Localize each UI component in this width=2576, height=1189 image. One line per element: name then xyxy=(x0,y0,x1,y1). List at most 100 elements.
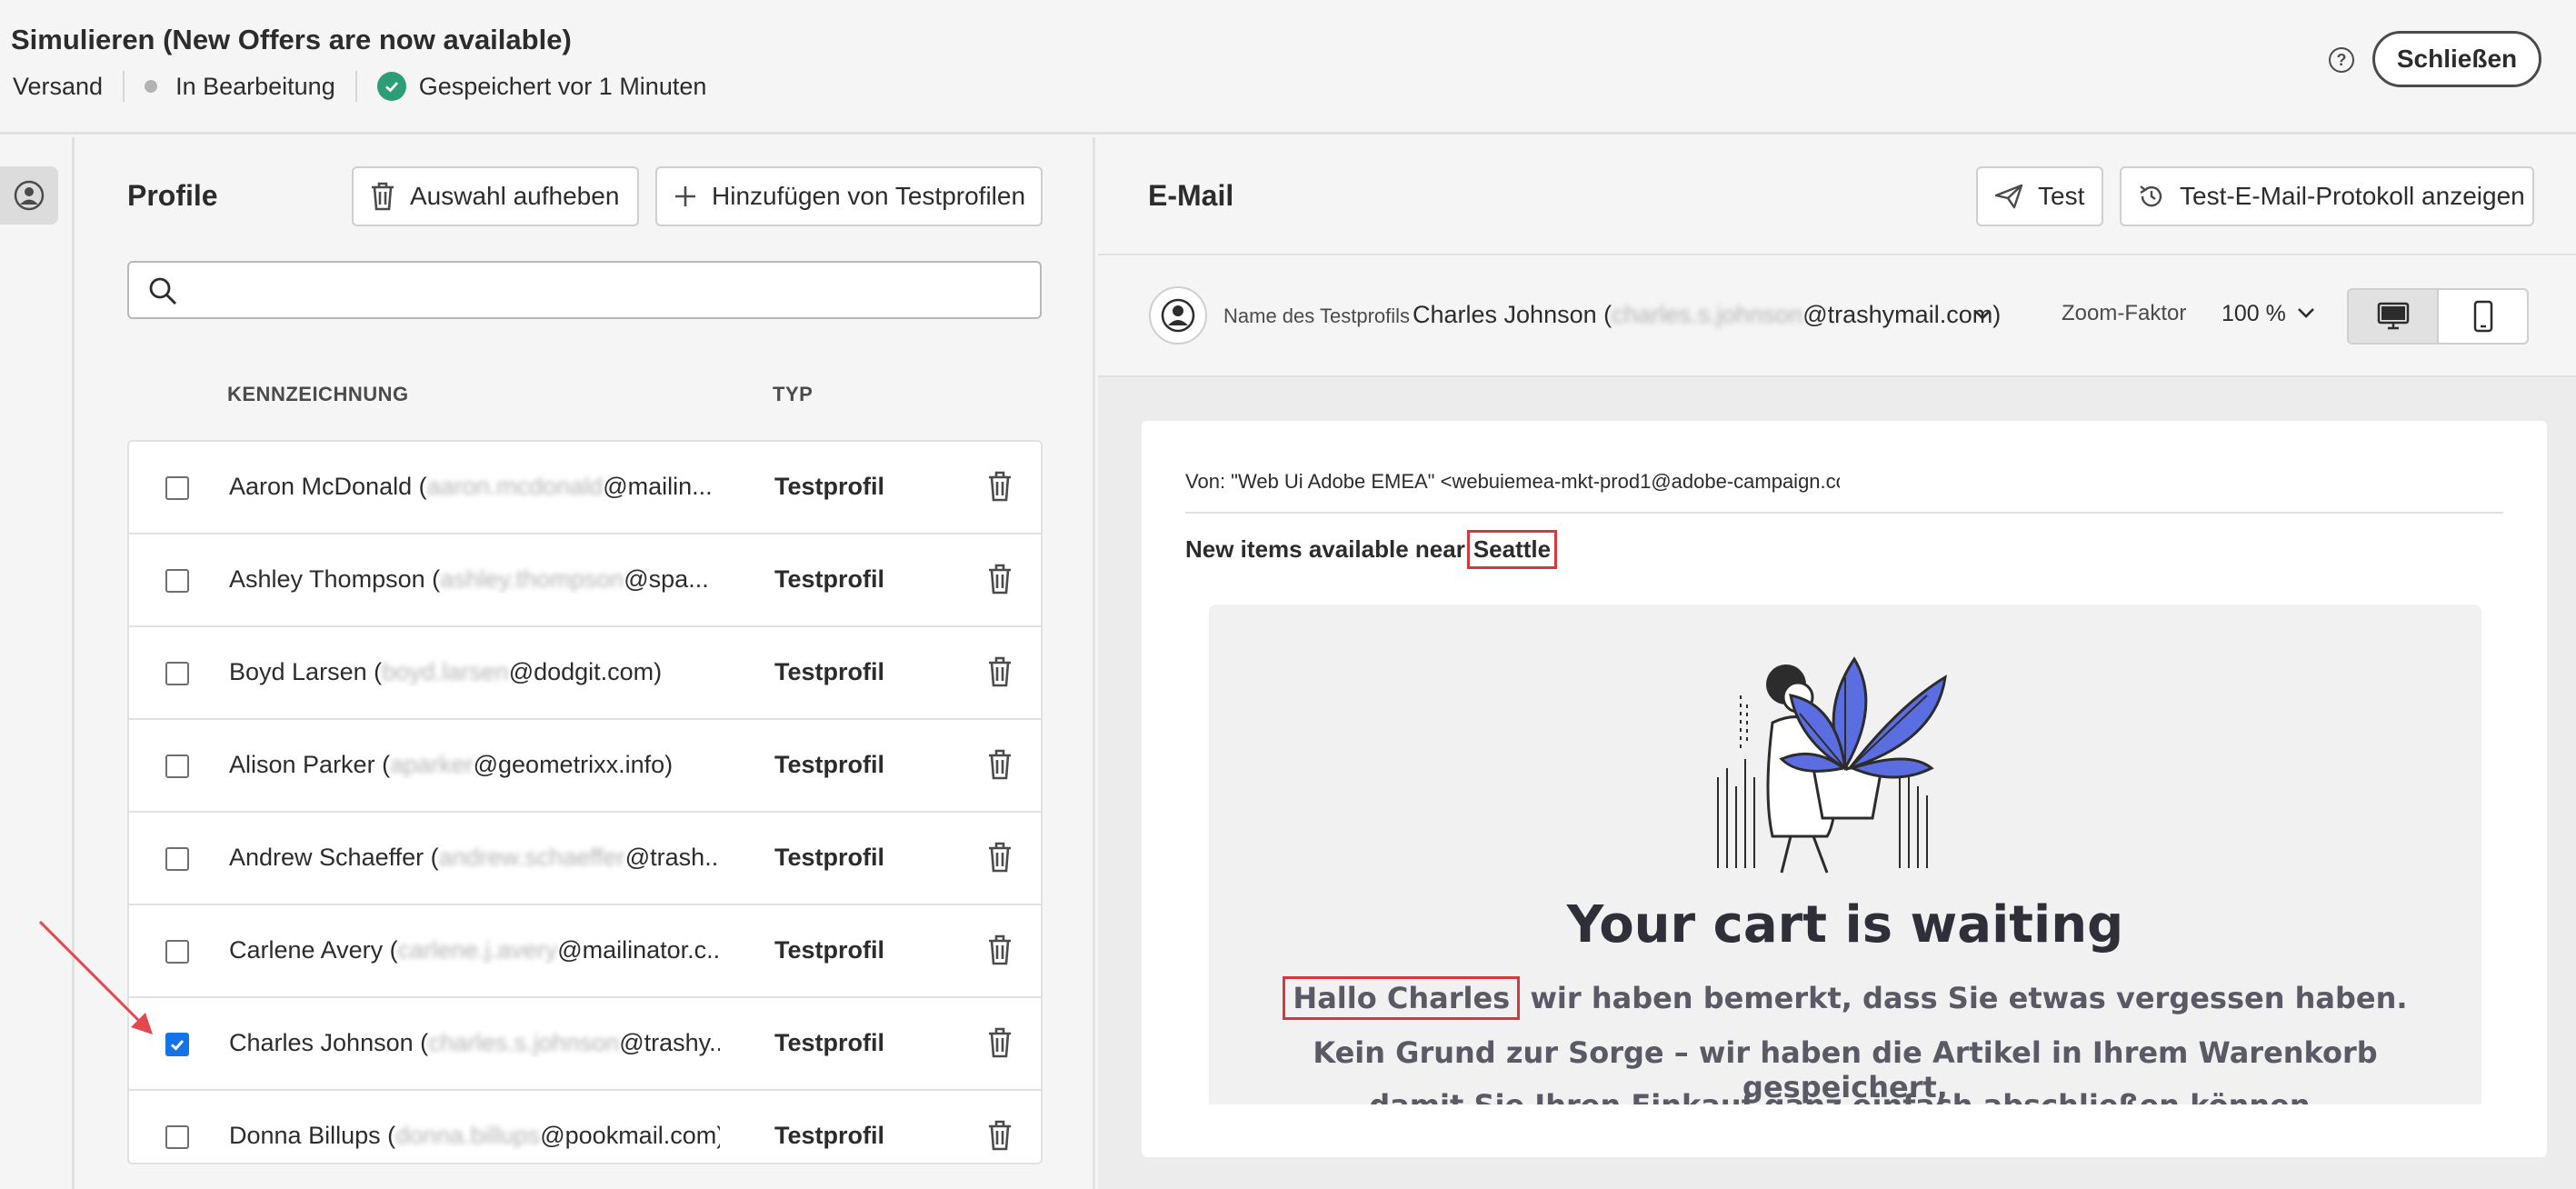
test-profile-select[interactable]: Charles Johnson (charles.s.johnson@trash… xyxy=(1413,301,2001,329)
row-checkbox[interactable] xyxy=(165,847,189,871)
personalization-highlight: Hallo Charles xyxy=(1283,976,1521,1020)
row-checkbox[interactable] xyxy=(165,662,189,685)
help-icon[interactable]: ? xyxy=(2329,47,2354,73)
send-test-button[interactable]: Test xyxy=(1976,166,2103,226)
delivery-type-label: Versand xyxy=(13,72,104,100)
profile-type: Testprofil xyxy=(774,658,884,685)
divider xyxy=(354,71,357,102)
hero-title: Your cart is waiting xyxy=(1566,895,2124,954)
hero-line-1: Hallo Charles wir haben bemerkt, dass Si… xyxy=(1209,976,2481,1020)
table-row[interactable]: Alison Parker (aparker@geometrixx.info) … xyxy=(129,720,1041,813)
header-bar: Simulieren (New Offers are now available… xyxy=(0,0,2576,135)
trash-icon xyxy=(370,182,395,211)
email-title: E-Mail xyxy=(1148,179,1234,212)
delete-row-trash-icon[interactable] xyxy=(987,749,1013,784)
table-row[interactable]: Charles Johnson (charles.s.johnson@trash… xyxy=(129,998,1041,1091)
user-circle-icon xyxy=(14,180,45,211)
zoom-select[interactable]: 100 % xyxy=(2222,301,2286,327)
delete-row-trash-icon[interactable] xyxy=(987,842,1013,877)
add-test-profiles-label: Hinzufügen von Testprofilen xyxy=(712,182,1026,210)
profile-name: Aaron McDonald (aaron.mcdonald@mailin... xyxy=(229,473,713,500)
page-title: Simulieren (New Offers are now available… xyxy=(11,24,572,55)
column-header-type[interactable]: TYP xyxy=(773,383,813,406)
table-row[interactable]: Andrew Schaeffer (andrew.schaeffer@trash… xyxy=(129,813,1041,905)
profiles-title: Profile xyxy=(127,179,218,212)
profile-type: Testprofil xyxy=(774,473,884,500)
delete-row-trash-icon[interactable] xyxy=(987,1027,1013,1063)
divider xyxy=(1185,512,2503,514)
desktop-view-button[interactable] xyxy=(2349,290,2439,343)
email-body: Your cart is waiting Hallo Charles wir h… xyxy=(1200,595,2491,1104)
profile-type: Testprofil xyxy=(774,844,884,871)
saved-status-label: Gespeichert vor 1 Minuten xyxy=(418,72,707,100)
row-checkbox[interactable] xyxy=(165,754,189,778)
profile-name: Alison Parker (aparker@geometrixx.info) xyxy=(229,751,674,778)
profile-type: Testprofil xyxy=(774,1029,884,1056)
profile-name: Charles Johnson (charles.s.johnson@trash… xyxy=(229,1029,720,1056)
mobile-icon xyxy=(2473,300,2492,333)
status-dot-icon xyxy=(145,80,158,93)
device-toggle xyxy=(2347,288,2529,345)
profile-type: Testprofil xyxy=(774,1122,884,1149)
row-checkbox[interactable] xyxy=(165,1125,189,1149)
chevron-down-icon[interactable] xyxy=(2296,306,2316,324)
delete-row-trash-icon[interactable] xyxy=(987,656,1013,692)
profile-name: Donna Billups (donna.billups@pookmail.co… xyxy=(229,1122,720,1149)
table-row[interactable]: Carlene Avery (carlene.j.avery@mailinato… xyxy=(129,905,1041,998)
email-toolbar: E-Mail Test Test-E-Mail-Protokoll anzeig… xyxy=(1098,137,2576,255)
clear-selection-label: Auswahl aufheben xyxy=(410,182,620,210)
close-button[interactable]: Schließen xyxy=(2372,31,2541,87)
test-profile-bar: Name des Testprofils Charles Johnson (ch… xyxy=(1098,255,2576,377)
show-test-log-label: Test-E-Mail-Protokoll anzeigen xyxy=(2180,182,2525,210)
header-meta: Versand In Bearbeitung Gespeichert vor 1… xyxy=(13,71,706,102)
profile-search-input[interactable] xyxy=(127,261,1042,319)
profiles-table: Aaron McDonald (aaron.mcdonald@mailin...… xyxy=(127,440,1043,1164)
user-icon xyxy=(1161,298,1195,333)
status-label: In Bearbeitung xyxy=(175,72,335,100)
table-row[interactable]: Aaron McDonald (aaron.mcdonald@mailin...… xyxy=(129,442,1041,535)
profile-name: Andrew Schaeffer (andrew.schaeffer@trash… xyxy=(229,844,720,871)
email-subject: New items available near Seattle xyxy=(1185,530,1558,569)
personalization-highlight: Seattle xyxy=(1466,530,1558,569)
checkmark-icon xyxy=(171,1040,185,1051)
show-test-log-button[interactable]: Test-E-Mail-Protokoll anzeigen xyxy=(2120,166,2534,226)
column-header-label[interactable]: KENNZEICHNUNG xyxy=(227,383,409,406)
email-preview: Von: "Web Ui Adobe EMEA" <webuiemea-mkt-… xyxy=(1142,421,2547,1157)
table-row[interactable]: Ashley Thompson (ashley.thompson@spa... … xyxy=(129,535,1041,627)
profile-name: Ashley Thompson (ashley.thompson@spa... xyxy=(229,565,709,593)
plus-icon xyxy=(674,185,697,208)
send-test-label: Test xyxy=(2038,182,2085,210)
email-panel: E-Mail Test Test-E-Mail-Protokoll anzeig… xyxy=(1098,137,2576,1189)
profile-name: Carlene Avery (carlene.j.avery@mailinato… xyxy=(229,936,720,964)
row-checkbox[interactable] xyxy=(165,476,189,500)
mobile-view-button[interactable] xyxy=(2439,290,2527,343)
profile-type: Testprofil xyxy=(774,565,884,593)
search-icon xyxy=(147,275,178,311)
delete-row-trash-icon[interactable] xyxy=(987,564,1013,599)
profiles-panel: Profile Auswahl aufheben Hinzufügen von … xyxy=(77,137,1095,1189)
annotation-arrow-icon xyxy=(38,920,153,1034)
clear-selection-button[interactable]: Auswahl aufheben xyxy=(352,166,639,226)
delete-row-trash-icon[interactable] xyxy=(987,1120,1013,1155)
add-test-profiles-button[interactable]: Hinzufügen von Testprofilen xyxy=(655,166,1043,226)
table-row[interactable]: Boyd Larsen (boyd.larsen@dodgit.com) Tes… xyxy=(129,627,1041,720)
checkmark-icon xyxy=(376,72,406,101)
hero-line-3: damit Sie Ihren Einkauf ganz einfach abs… xyxy=(1209,1088,2481,1104)
person-with-plant-illustration-icon xyxy=(1717,656,1947,874)
from-line: Von: "Web Ui Adobe EMEA" <webuiemea-mkt-… xyxy=(1185,470,1840,493)
divider xyxy=(123,71,125,102)
delete-row-trash-icon[interactable] xyxy=(987,934,1013,970)
profiles-rail-button[interactable] xyxy=(0,166,58,225)
avatar xyxy=(1149,286,1207,345)
chevron-down-icon[interactable] xyxy=(1972,308,1992,325)
delete-row-trash-icon[interactable] xyxy=(987,471,1013,506)
row-checkbox[interactable] xyxy=(165,569,189,593)
zoom-label: Zoom-Faktor xyxy=(2062,301,2187,325)
desktop-icon xyxy=(2377,302,2409,330)
history-icon xyxy=(2138,183,2165,210)
paper-plane-icon xyxy=(1994,184,2023,209)
profile-type: Testprofil xyxy=(774,751,884,778)
table-row[interactable]: Donna Billups (donna.billups@pookmail.co… xyxy=(129,1091,1041,1163)
profile-type: Testprofil xyxy=(774,936,884,964)
test-profile-label: Name des Testprofils xyxy=(1223,305,1411,327)
